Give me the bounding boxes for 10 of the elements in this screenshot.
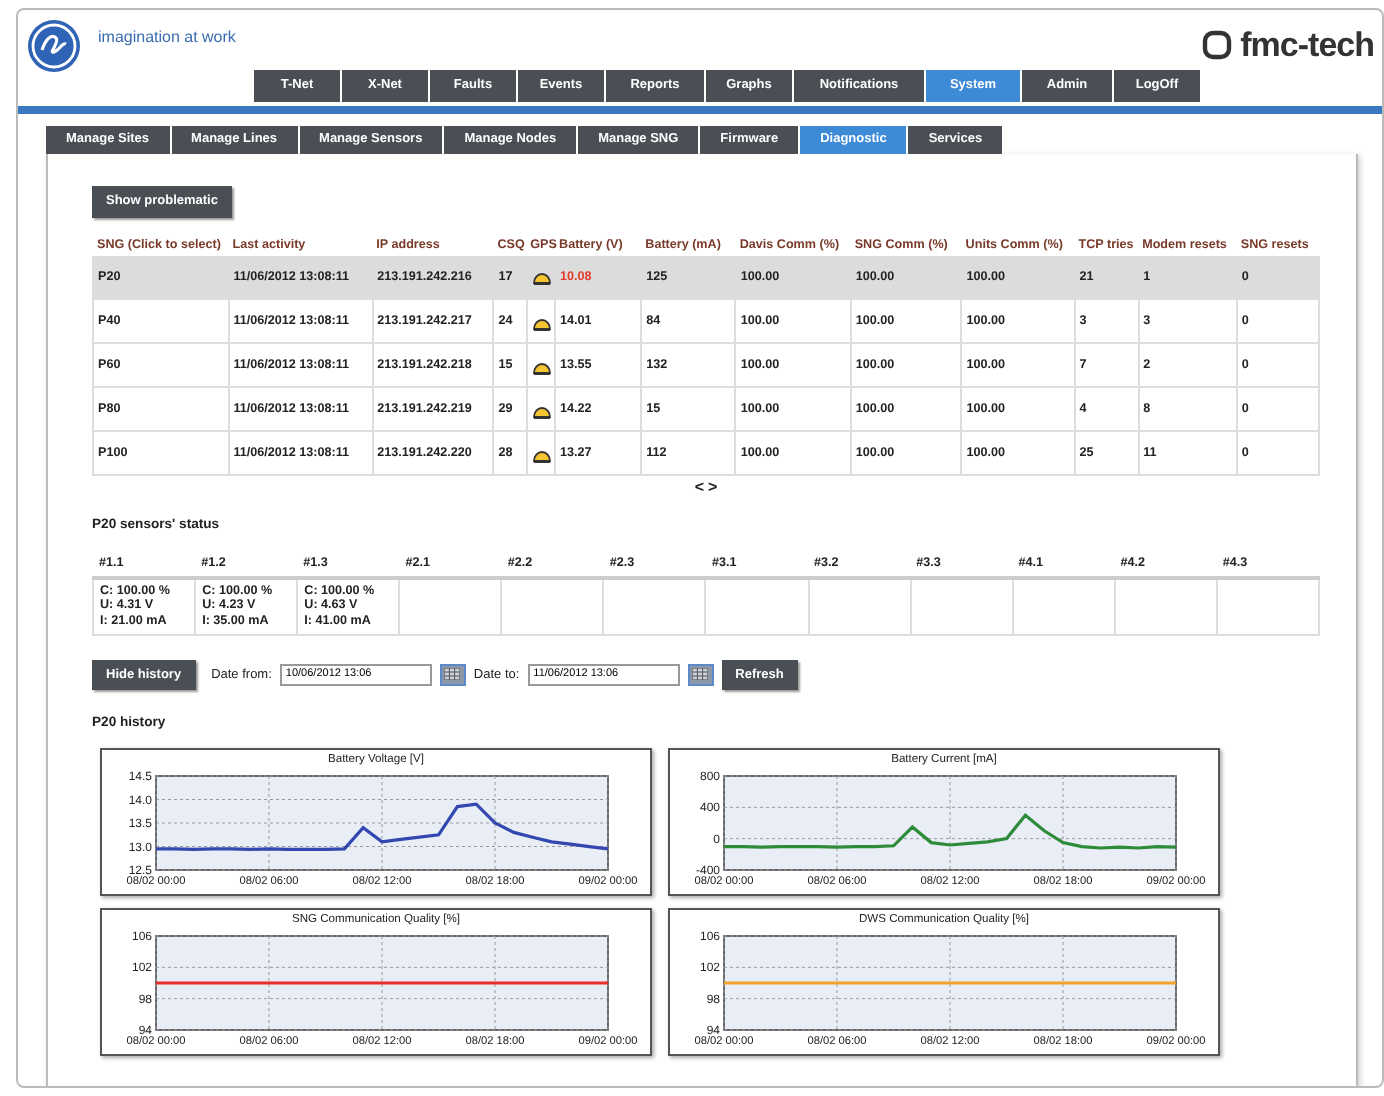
next-page-button[interactable]: > [706, 476, 720, 501]
previous-page-button[interactable]: < [692, 476, 706, 501]
tagline: imagination at work [98, 26, 236, 50]
calendar-button[interactable] [439, 663, 466, 686]
brand-logo: fmc-tech [1240, 24, 1374, 68]
calendar-icon [444, 668, 461, 681]
logo-icon [26, 18, 82, 74]
logo-icon [1202, 30, 1233, 61]
calendar-icon [692, 668, 709, 681]
calendar-button[interactable] [687, 663, 714, 686]
